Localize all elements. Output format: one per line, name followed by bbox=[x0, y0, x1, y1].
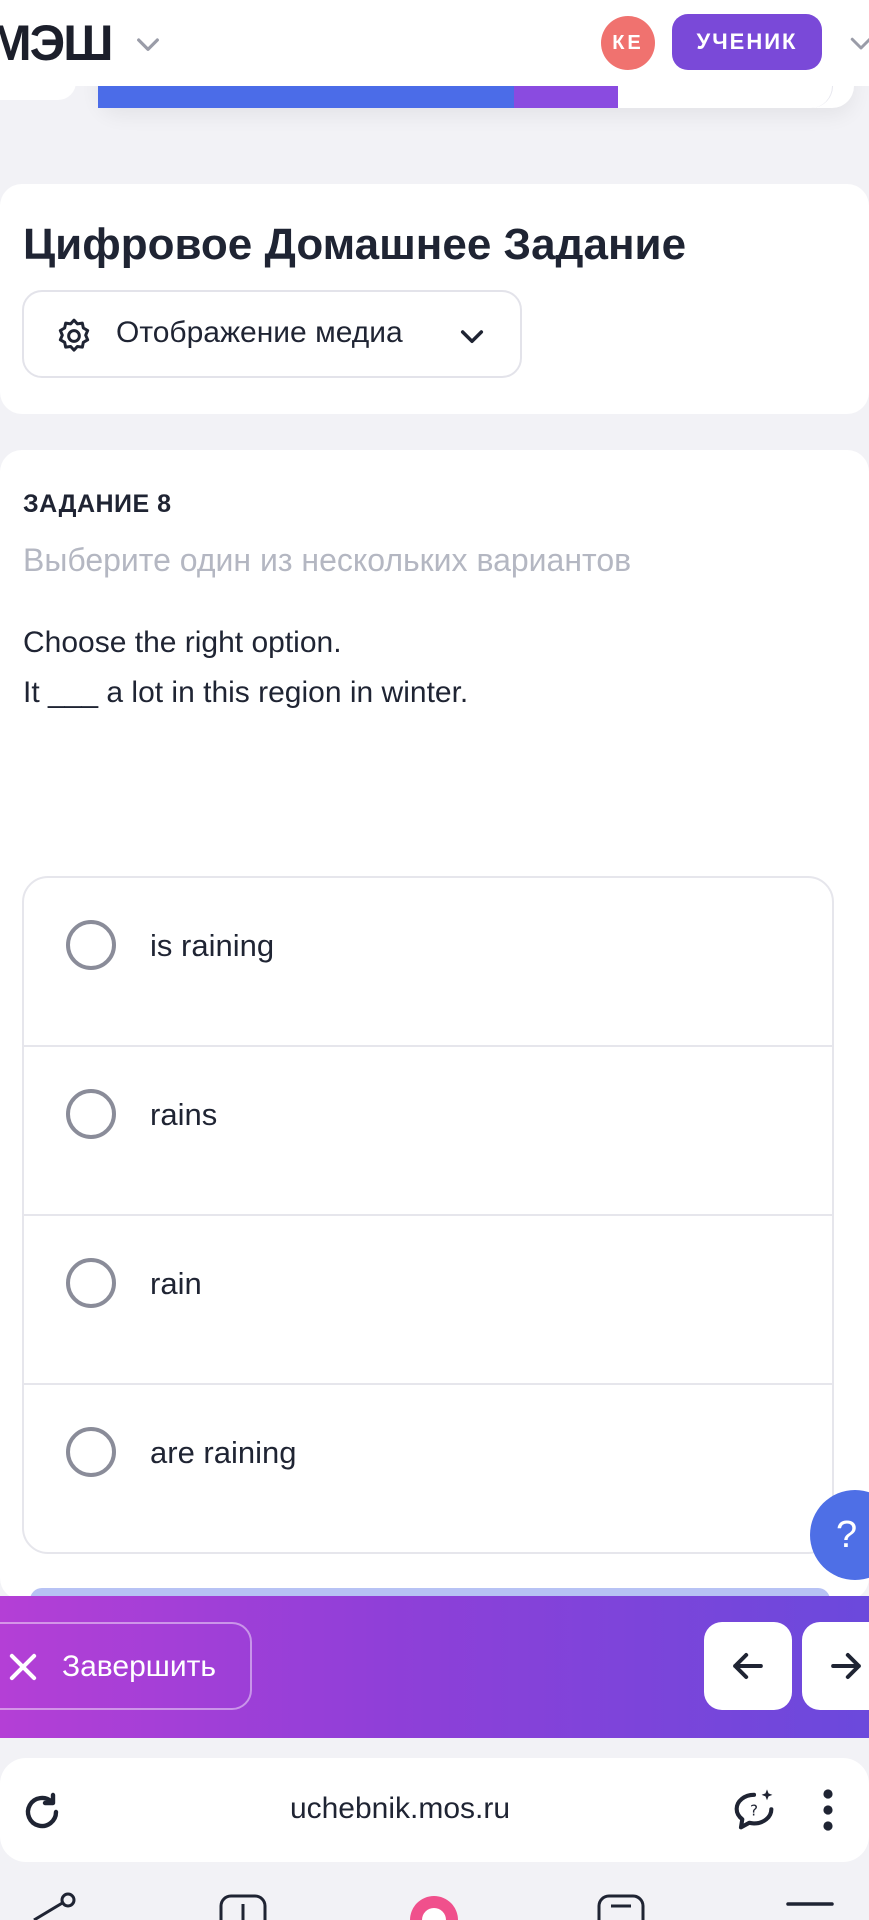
answer-options: is raining rains rain are raining bbox=[22, 876, 834, 1554]
more-vertical-icon[interactable] bbox=[816, 1786, 840, 1834]
app-logo[interactable]: МЭШ bbox=[0, 14, 113, 72]
menu-icon[interactable] bbox=[782, 1890, 838, 1920]
task-hint: Выберите один из нескольких вариантов bbox=[23, 542, 632, 578]
url-text[interactable]: uchebnik.mos.ru bbox=[0, 1792, 800, 1826]
radio-button[interactable] bbox=[66, 1258, 116, 1308]
browser-bottom-nav bbox=[0, 1890, 869, 1920]
task-number: ЗАДАНИЕ 8 bbox=[23, 490, 172, 518]
radio-button[interactable] bbox=[66, 920, 116, 970]
arrow-right-icon bbox=[831, 1652, 861, 1680]
close-icon bbox=[9, 1653, 37, 1681]
answer-option[interactable]: is raining bbox=[24, 878, 832, 1047]
arrow-left-icon bbox=[733, 1652, 763, 1680]
next-button[interactable] bbox=[802, 1622, 869, 1710]
chevron-down-icon[interactable] bbox=[132, 28, 164, 60]
answer-option[interactable]: rain bbox=[24, 1216, 832, 1385]
chevron-down-icon bbox=[460, 330, 484, 344]
answer-option-label: rain bbox=[150, 1266, 202, 1301]
previous-button[interactable] bbox=[704, 1622, 792, 1710]
ai-chat-icon[interactable]: ? bbox=[728, 1784, 780, 1836]
media-display-label: Отображение медиа bbox=[116, 316, 403, 349]
finish-label: Завершить bbox=[62, 1650, 216, 1683]
address-bar[interactable]: uchebnik.mos.ru ? bbox=[0, 1758, 869, 1862]
radio-button[interactable] bbox=[66, 1427, 116, 1477]
answer-option[interactable]: are raining bbox=[24, 1385, 832, 1552]
answer-option-label: are raining bbox=[150, 1435, 297, 1470]
page-title: Цифровое Домашнее Задание bbox=[23, 220, 687, 269]
svg-text:?: ? bbox=[750, 1801, 758, 1819]
task-question: Choose the right option. It ___ a lot in… bbox=[23, 618, 468, 718]
task-action-bar: Завершить bbox=[0, 1596, 869, 1738]
tabs-icon[interactable] bbox=[596, 1890, 646, 1920]
top-app-bar: МЭШ КЕ УЧЕНИК bbox=[0, 0, 869, 86]
radio-button[interactable] bbox=[66, 1089, 116, 1139]
add-tab-icon[interactable] bbox=[218, 1890, 268, 1920]
media-display-button[interactable]: Отображение медиа bbox=[22, 290, 522, 378]
answer-option[interactable]: rains bbox=[24, 1047, 832, 1216]
share-icon[interactable] bbox=[28, 1890, 78, 1920]
task-sentence: It ___ a lot in this region in winter. bbox=[23, 676, 469, 709]
gear-icon bbox=[58, 318, 90, 352]
answer-option-label: is raining bbox=[150, 928, 275, 963]
chevron-down-icon[interactable] bbox=[846, 28, 869, 58]
assistant-icon[interactable] bbox=[404, 1890, 464, 1920]
answer-option-label: rains bbox=[150, 1097, 218, 1132]
role-button[interactable]: УЧЕНИК bbox=[672, 14, 822, 70]
task-instruction: Choose the right option. bbox=[23, 626, 342, 659]
finish-button[interactable]: Завершить bbox=[0, 1622, 252, 1710]
avatar[interactable]: КЕ bbox=[601, 16, 655, 70]
